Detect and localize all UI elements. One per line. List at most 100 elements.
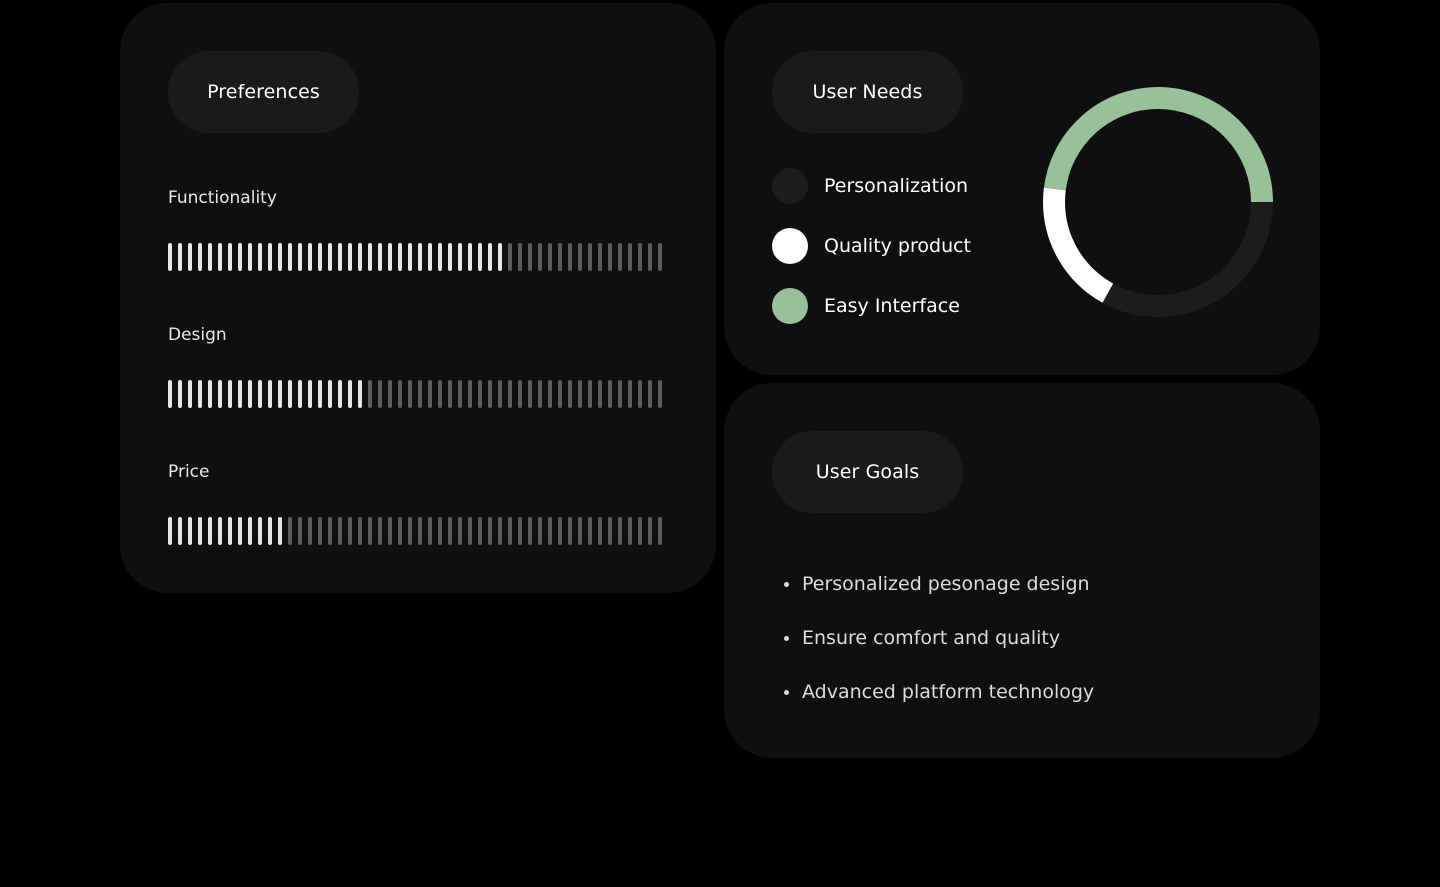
level-bar-inactive (648, 517, 652, 545)
level-bar-inactive (388, 380, 392, 408)
level-bar-active (178, 243, 182, 271)
level-bar-inactive (568, 517, 572, 545)
legend-label-easy-interface: Easy Interface (824, 295, 960, 317)
level-bar-active (388, 243, 392, 271)
level-bar-active (298, 380, 302, 408)
preferences-title: Preferences (207, 81, 320, 103)
goal-item: Ensure comfort and quality (784, 627, 1060, 649)
level-bar-active (278, 243, 282, 271)
level-bar-active (208, 517, 212, 545)
pref-bar-price[interactable] (168, 517, 664, 545)
level-bar-active (228, 517, 232, 545)
pref-bar-functionality[interactable] (168, 243, 664, 271)
level-bar-active (198, 243, 202, 271)
level-bar-inactive (588, 380, 592, 408)
level-bar-active (428, 243, 432, 271)
level-bar-active (338, 243, 342, 271)
level-bar-active (418, 243, 422, 271)
level-bar-inactive (648, 243, 652, 271)
level-bar-inactive (658, 380, 662, 408)
level-bar-active (218, 243, 222, 271)
pref-label-price: Price (168, 462, 210, 482)
legend-item-quality-product: Quality product (772, 228, 971, 264)
level-bar-active (308, 243, 312, 271)
level-bar-inactive (568, 243, 572, 271)
pref-label-design: Design (168, 325, 227, 345)
level-bar-inactive (598, 243, 602, 271)
level-bar-inactive (518, 517, 522, 545)
level-bar-active (278, 380, 282, 408)
level-bar-active (258, 380, 262, 408)
level-bar-inactive (468, 380, 472, 408)
level-bar-active (228, 380, 232, 408)
user-goals-title: User Goals (815, 461, 920, 483)
level-bar-inactive (408, 517, 412, 545)
level-bar-active (348, 380, 352, 408)
level-bar-active (168, 380, 172, 408)
level-bar-active (358, 380, 362, 408)
level-bar-inactive (548, 243, 552, 271)
level-bar-inactive (558, 517, 562, 545)
level-bar-active (488, 243, 492, 271)
level-bar-inactive (408, 380, 412, 408)
level-bar-active (448, 243, 452, 271)
level-bar-inactive (498, 517, 502, 545)
user-needs-card: User Needs Personalization Quality produ… (724, 3, 1320, 375)
level-bar-active (458, 243, 462, 271)
level-bar-inactive (588, 517, 592, 545)
level-bar-inactive (358, 517, 362, 545)
preferences-card: Preferences Functionality Design Price (120, 3, 716, 593)
preferences-title-pill[interactable]: Preferences (168, 51, 359, 133)
level-bar-active (178, 380, 182, 408)
level-bar-active (368, 243, 372, 271)
level-bar-active (248, 380, 252, 408)
level-bar-inactive (628, 380, 632, 408)
level-bar-inactive (428, 517, 432, 545)
level-bar-inactive (368, 517, 372, 545)
level-bar-inactive (448, 517, 452, 545)
user-needs-title-pill[interactable]: User Needs (772, 51, 963, 133)
level-bar-active (288, 380, 292, 408)
level-bar-inactive (418, 517, 422, 545)
level-bar-inactive (618, 517, 622, 545)
level-bar-inactive (378, 380, 382, 408)
bullet-icon (784, 689, 789, 695)
level-bar-active (308, 380, 312, 408)
level-bar-inactive (478, 380, 482, 408)
level-bar-active (258, 243, 262, 271)
level-bar-inactive (608, 380, 612, 408)
legend-item-personalization: Personalization (772, 168, 968, 204)
level-bar-inactive (628, 243, 632, 271)
goal-text: Advanced platform technology (802, 681, 1095, 703)
goal-item: Advanced platform technology (784, 681, 1094, 703)
level-bar-inactive (388, 517, 392, 545)
level-bar-inactive (618, 380, 622, 408)
level-bar-inactive (548, 517, 552, 545)
level-bar-active (188, 243, 192, 271)
level-bar-inactive (648, 380, 652, 408)
level-bar-inactive (348, 517, 352, 545)
level-bar-inactive (488, 517, 492, 545)
level-bar-inactive (568, 380, 572, 408)
level-bar-inactive (528, 517, 532, 545)
level-bar-active (168, 243, 172, 271)
level-bar-active (358, 243, 362, 271)
level-bar-inactive (558, 243, 562, 271)
level-bar-active (328, 243, 332, 271)
user-goals-title-pill[interactable]: User Goals (772, 431, 963, 513)
goal-item: Personalized pesonage design (784, 573, 1090, 595)
level-bar-inactive (658, 243, 662, 271)
pref-bar-design[interactable] (168, 380, 664, 408)
level-bar-inactive (598, 380, 602, 408)
level-bar-active (248, 517, 252, 545)
level-bar-inactive (288, 517, 292, 545)
level-bar-inactive (598, 517, 602, 545)
level-bar-inactive (458, 380, 462, 408)
level-bar-inactive (658, 517, 662, 545)
level-bar-active (378, 243, 382, 271)
level-bar-active (198, 517, 202, 545)
level-bar-active (318, 380, 322, 408)
level-bar-active (468, 243, 472, 271)
level-bar-active (268, 517, 272, 545)
level-bar-active (188, 380, 192, 408)
